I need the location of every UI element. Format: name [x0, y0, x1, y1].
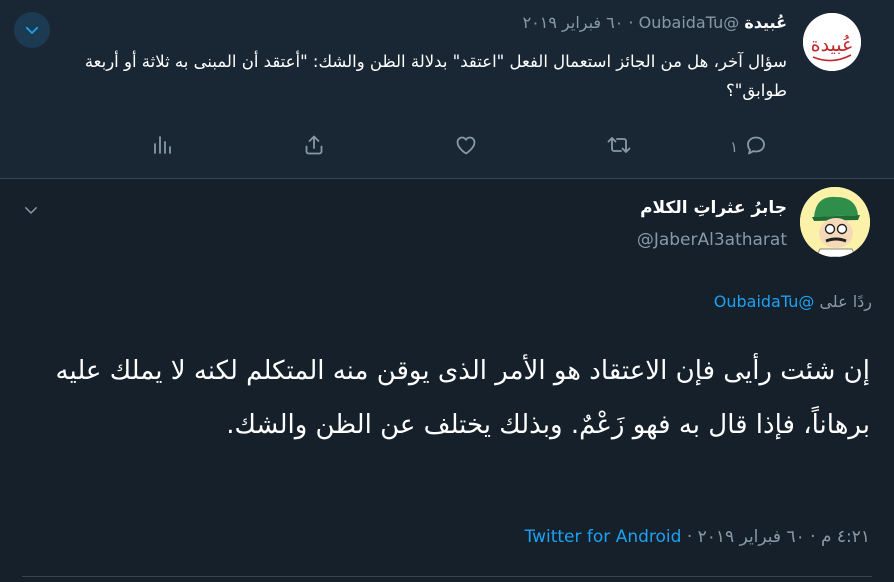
tweet-text: إن شئت رأيى فإن الاعتقاد هو الأمر الذى ي…	[55, 356, 870, 440]
reply-prefix: ردًا على	[819, 292, 872, 311]
chevron-down-icon[interactable]	[13, 192, 49, 228]
avatar[interactable]	[800, 187, 870, 257]
chevron-down-icon[interactable]	[14, 12, 50, 48]
reply-to-line: ردًا على @OubaidaTu	[714, 290, 872, 314]
retweet-button[interactable]	[606, 132, 632, 162]
author-handle[interactable]: @JaberAl3atharat	[637, 228, 787, 252]
tweet-source[interactable]: Twitter for Android	[525, 527, 682, 547]
like-button[interactable]	[454, 132, 478, 162]
tweet-text: سؤال آخر، هل من الجائز استعمال الفعل "اع…	[84, 52, 787, 100]
avatar-logo-text: عُبيدة	[811, 34, 854, 56]
separator: ·	[628, 13, 634, 32]
author-handle[interactable]: @OubaidaTu	[639, 13, 740, 32]
share-button[interactable]	[302, 132, 326, 162]
like-icon	[454, 133, 478, 161]
separator: ·	[810, 527, 816, 547]
avatar[interactable]: عُبيدة	[803, 13, 861, 71]
author-name[interactable]: عُبيدة	[744, 13, 787, 32]
separator: ·	[686, 527, 693, 547]
divider	[22, 576, 872, 577]
tweet-meta: ٤:٢١ م · ٦٠ فبراير ٢٠١٩ · Twitter for An…	[525, 524, 870, 550]
tweet-date[interactable]: ٦٠ فبراير ٢٠١٩	[698, 527, 805, 547]
reply-to-link[interactable]: @OubaidaTu	[714, 292, 815, 311]
parent-tweet[interactable]: عُبيدة عُبيدة @OubaidaTu · ٦٠ فبراير ٢٠١…	[0, 0, 894, 179]
reply-button[interactable]: ١	[730, 132, 768, 162]
share-icon	[302, 133, 326, 161]
reply-icon	[744, 133, 768, 161]
tweet-date[interactable]: ٦٠ فبراير ٢٠١٩	[523, 13, 624, 32]
tweet-time[interactable]: ٤:٢١ م	[821, 527, 870, 547]
retweet-icon	[606, 133, 632, 161]
parent-tweet-header: عُبيدة @OubaidaTu · ٦٠ فبراير ٢٠١٩	[523, 12, 787, 34]
reply-count: ١	[730, 138, 739, 156]
stats-button[interactable]	[150, 132, 174, 162]
author-name[interactable]: جابرُ عثراتِ الكلام	[640, 196, 787, 220]
stats-icon	[150, 133, 174, 161]
